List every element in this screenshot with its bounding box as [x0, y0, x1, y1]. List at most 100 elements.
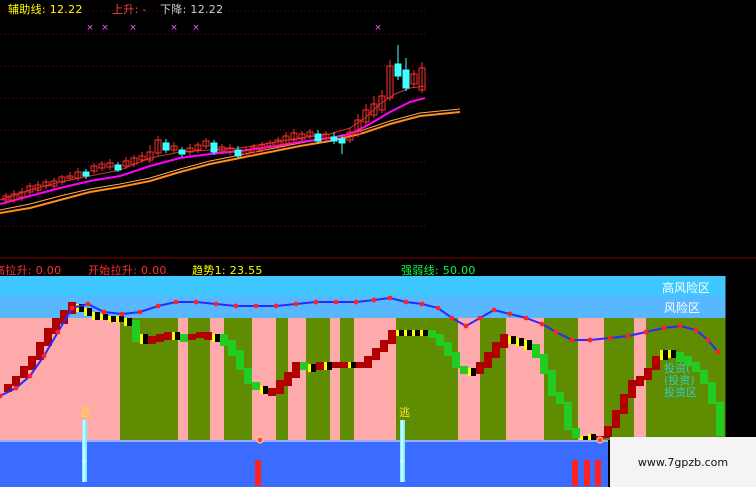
trend-step: [76, 304, 79, 312]
trend-step: [652, 356, 660, 370]
escape-signal-mark: *: [400, 459, 405, 469]
strength-dot: [435, 305, 441, 311]
trend-step: [460, 366, 468, 374]
trend-step: [612, 410, 620, 428]
strength-dot: [625, 333, 631, 339]
trend-step: [663, 350, 668, 360]
trend-step: [300, 362, 308, 370]
candle-body: [234, 149, 242, 157]
candle-body: [330, 136, 338, 142]
signal-mark: ×: [170, 23, 178, 33]
trend-step: [420, 330, 423, 336]
trend-step: [364, 356, 372, 368]
strength-dot: [507, 311, 513, 317]
escape-signal-mark: *: [82, 459, 87, 469]
trend-step: [332, 362, 340, 368]
trend-step: [415, 330, 420, 336]
trend-step: [116, 316, 119, 322]
trend-step: [140, 334, 143, 344]
trend-step: [172, 332, 175, 340]
trend-step: [407, 330, 412, 336]
buy-marker: [596, 436, 604, 444]
trend-step: [268, 388, 276, 396]
trend-step: [164, 332, 172, 340]
trend-step: [660, 350, 663, 360]
strength-dot: [661, 325, 667, 331]
trend-step: [260, 386, 263, 394]
trend-step: [215, 334, 220, 342]
trend-step: [92, 312, 95, 320]
signal-mark: ×: [101, 23, 109, 33]
trend-step: [548, 370, 556, 396]
trend-step: [100, 314, 103, 320]
invest-label-3: 投资区: [664, 386, 697, 399]
trend-step: [124, 318, 127, 326]
candle-body: [178, 149, 186, 155]
trend-label: 趋势1: 23.55: [192, 264, 263, 277]
trend-step: [236, 350, 244, 370]
trend-step: [188, 334, 196, 340]
strength-dot: [213, 301, 219, 307]
trend-step: [620, 394, 628, 414]
strength-dot: [539, 321, 545, 327]
trend-step: [404, 330, 407, 336]
strength-dot: [69, 305, 75, 311]
signal-strip: [0, 440, 608, 487]
escape-label-2: 逃: [399, 406, 411, 419]
start-lift-label: 开始拉升: 0.00: [88, 264, 167, 277]
candle-body: [114, 164, 122, 171]
trend-step: [132, 320, 140, 342]
trend-step: [588, 434, 591, 440]
strength-dot: [41, 353, 47, 359]
strength-dot: [463, 323, 469, 329]
trend-step: [143, 334, 148, 344]
green-band: [340, 318, 354, 440]
risk-zone-label: 风险区: [664, 301, 701, 315]
trend-step: [111, 316, 116, 322]
trend-step: [591, 434, 596, 440]
strength-dot: [607, 335, 613, 341]
trend-step: [412, 330, 415, 336]
strength-dot: [353, 299, 359, 305]
strength-dot: [387, 295, 393, 301]
trend-step: [708, 382, 716, 404]
trend-step: [471, 368, 476, 376]
strength-dot: [477, 315, 483, 321]
trend-step: [423, 330, 428, 336]
green-band: [306, 318, 330, 440]
trend-step: [540, 354, 548, 374]
trend-step: [108, 316, 111, 322]
strength-dot: [27, 373, 33, 379]
trend-step: [700, 370, 708, 384]
trend-step: [196, 332, 204, 338]
trend-step: [668, 350, 671, 358]
strength-dot: [553, 329, 559, 335]
strength-dot: [705, 337, 711, 343]
trend-step: [148, 336, 156, 344]
signal-mark: ×: [192, 23, 200, 33]
strength-dot: [13, 385, 19, 391]
strength-dot: [119, 311, 125, 317]
candle-body: [162, 142, 170, 151]
trend-step: [527, 340, 532, 350]
candle-body: [402, 69, 410, 89]
signal-mark: ×: [86, 23, 94, 33]
trend-step: [252, 382, 260, 390]
trend-step: [436, 334, 444, 346]
strength-dot: [523, 315, 529, 321]
trend-step: [351, 362, 356, 368]
strength-dot: [333, 299, 339, 305]
trend-step: [156, 334, 164, 342]
signal-mark: ×: [374, 23, 382, 33]
trend-step: [308, 364, 311, 372]
signal-mark: ×: [129, 23, 137, 33]
trend-step: [636, 376, 644, 386]
green-band: [396, 318, 458, 440]
trend-step: [399, 330, 404, 336]
trend-step: [292, 362, 300, 378]
buy-signal-bar: [255, 460, 261, 486]
trend-step: [311, 364, 316, 372]
trend-step: [372, 348, 380, 360]
trend-step: [716, 402, 724, 436]
strength-dot: [569, 337, 575, 343]
